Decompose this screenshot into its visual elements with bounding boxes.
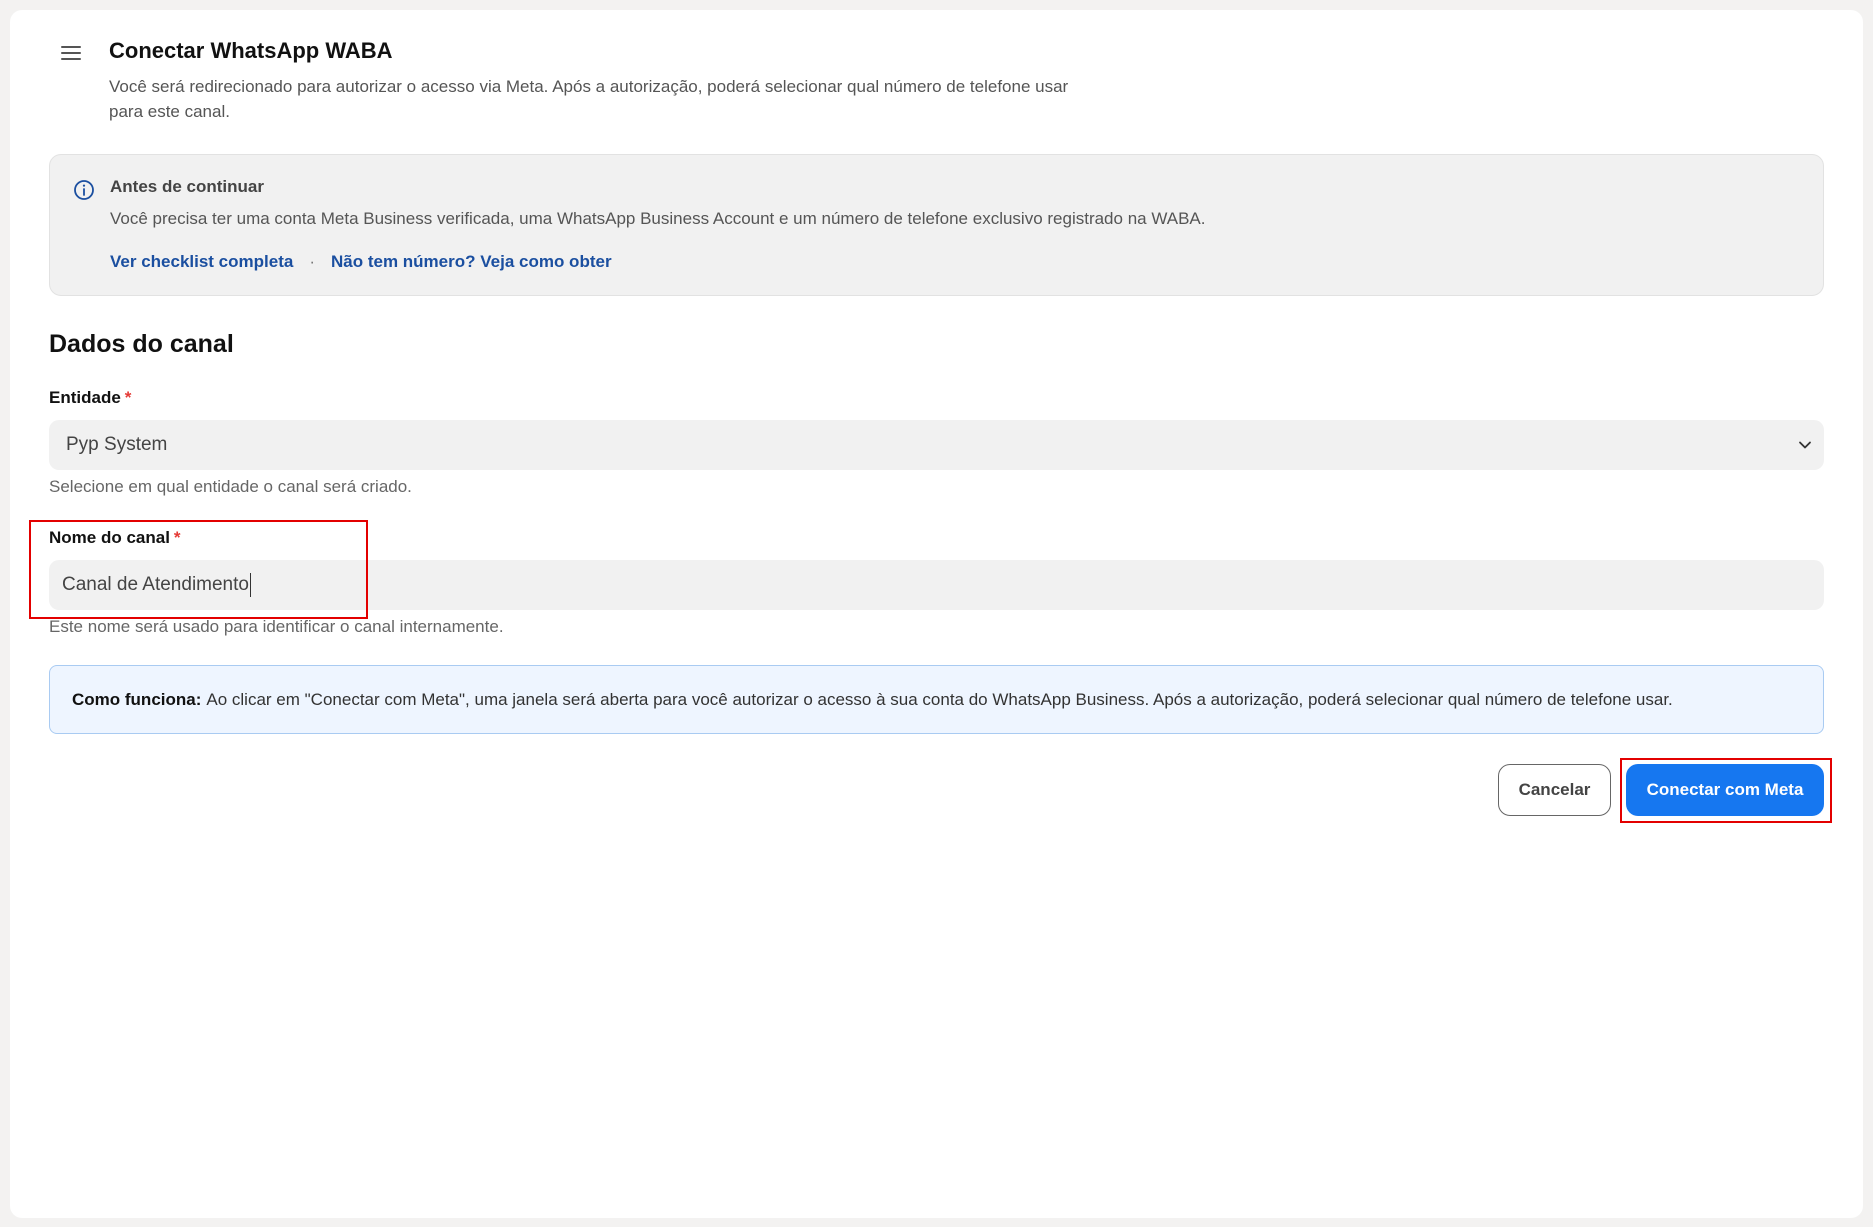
required-mark: * [124, 388, 132, 407]
notice-box: Antes de continuar Você precisa ter uma … [49, 154, 1824, 296]
entity-help: Selecione em qual entidade o canal será … [49, 477, 412, 496]
entity-label: Entidade * [49, 388, 131, 408]
menu-icon[interactable] [61, 46, 81, 60]
how-it-works-box: Como funciona: Ao clicar em "Conectar co… [49, 665, 1824, 734]
entity-selected-value: Pyp System [66, 434, 168, 455]
channel-name-value: Canal de Atendimento [62, 574, 249, 595]
page-subtitle: Você será redirecionado para autorizar o… [109, 77, 1069, 121]
channel-name-input[interactable]: Canal de Atendimento [49, 560, 1824, 610]
notice-text: Você precisa ter uma conta Meta Business… [110, 209, 1206, 228]
notice-title: Antes de continuar [110, 177, 264, 196]
channel-name-help: Este nome será usado para identificar o … [49, 617, 504, 636]
how-it-works-text: Ao clicar em "Conectar com Meta", uma ja… [206, 689, 1673, 709]
cancel-button[interactable]: Cancelar [1498, 764, 1611, 816]
info-icon [74, 180, 94, 200]
channel-name-label: Nome do canal * [49, 528, 181, 548]
text-caret [249, 573, 251, 597]
entity-label-text: Entidade [49, 388, 121, 407]
section-title: Dados do canal [49, 330, 234, 358]
connect-with-meta-button[interactable]: Conectar com Meta [1626, 764, 1824, 816]
page-title: Conectar WhatsApp WABA [109, 38, 393, 63]
entity-select[interactable]: Pyp System [49, 420, 1824, 470]
required-mark: * [173, 528, 181, 547]
link-separator: · [309, 252, 315, 271]
notice-links: Ver checklist completa · Não tem número?… [110, 252, 612, 272]
how-it-works-label: Como funciona: [72, 689, 202, 709]
channel-name-label-text: Nome do canal [49, 528, 170, 547]
checklist-link[interactable]: Ver checklist completa [110, 252, 293, 272]
chevron-down-icon [1799, 441, 1811, 449]
get-number-link[interactable]: Não tem número? Veja como obter [331, 252, 612, 272]
